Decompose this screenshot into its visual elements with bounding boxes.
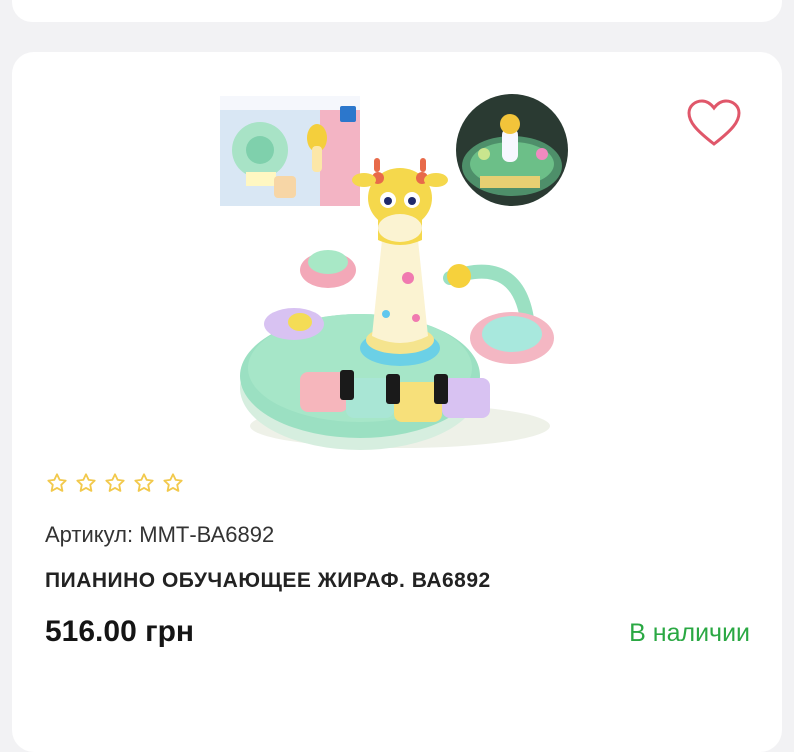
star-outline-icon[interactable] xyxy=(46,472,68,494)
rating-stars[interactable] xyxy=(46,472,184,494)
product-sku: Артикул: ММТ-ВА6892 xyxy=(45,522,275,547)
box-thumbnail xyxy=(220,96,360,206)
star-outline-icon[interactable] xyxy=(104,472,126,494)
product-title[interactable]: ПИАНИНО ОБУЧАЮЩЕЕ ЖИРАФ. ВА6892 xyxy=(45,569,491,593)
glow-thumbnail xyxy=(456,94,568,206)
previous-product-card xyxy=(12,0,782,22)
star-outline-icon[interactable] xyxy=(162,472,184,494)
product-price: 516.00 грн xyxy=(45,615,195,648)
availability-status: В наличии xyxy=(629,619,750,647)
product-image[interactable] xyxy=(150,88,650,460)
heart-outline-icon xyxy=(687,99,741,146)
star-outline-icon[interactable] xyxy=(133,472,155,494)
favorite-button[interactable] xyxy=(686,98,742,150)
star-outline-icon[interactable] xyxy=(75,472,97,494)
